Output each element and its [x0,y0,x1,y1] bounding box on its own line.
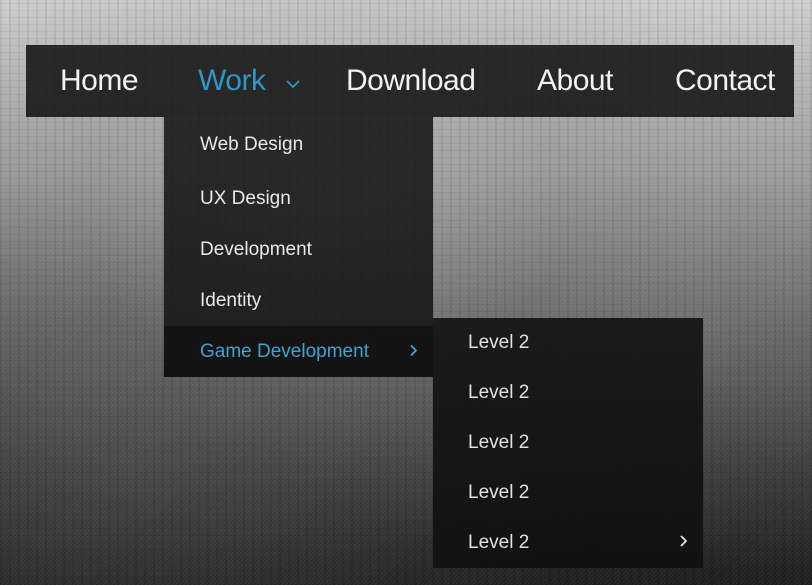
dropdown-item-label: UX Design [200,188,291,209]
dropdown-item-game-development[interactable]: Game Development [164,326,433,377]
nav-item-work[interactable]: Work [198,45,301,117]
submenu-item-level-2[interactable]: Level 2 [433,318,703,368]
nav-item-about[interactable]: About [537,45,613,117]
chevron-down-icon [285,44,301,116]
game-development-submenu: Level 2 Level 2 Level 2 Level 2 Level 2 [433,318,703,568]
nav-item-home[interactable]: Home [60,45,139,117]
work-dropdown-menu: Web Design UX Design Development Identit… [164,117,433,377]
submenu-item-label: Level 2 [468,532,530,553]
dropdown-item-label: Identity [200,290,262,311]
submenu-item-label: Level 2 [468,382,530,403]
dropdown-item-label: Development [200,239,312,260]
submenu-item-level-2-expandable[interactable]: Level 2 [433,518,703,568]
nav-item-label: Work [198,64,266,97]
nav-item-label: Download [346,64,476,97]
main-navbar: Home Work Download About Contact [26,45,794,117]
submenu-item-level-2[interactable]: Level 2 [433,418,703,468]
submenu-item-label: Level 2 [468,482,530,503]
dropdown-item-ux-design[interactable]: UX Design [164,173,433,224]
submenu-item-label: Level 2 [468,332,530,353]
nav-item-label: About [537,64,613,97]
submenu-item-level-2[interactable]: Level 2 [433,368,703,418]
nav-item-download[interactable]: Download [346,45,476,117]
nav-item-label: Home [60,64,139,97]
dropdown-item-web-design[interactable]: Web Design [164,117,433,173]
dropdown-item-label: Web Design [200,134,304,155]
dropdown-item-identity[interactable]: Identity [164,275,433,326]
nav-item-contact[interactable]: Contact [675,45,775,117]
submenu-item-level-2[interactable]: Level 2 [433,468,703,518]
chevron-right-icon [679,518,689,568]
chevron-right-icon [409,326,419,377]
submenu-item-label: Level 2 [468,432,530,453]
dropdown-item-label: Game Development [200,341,369,362]
nav-item-label: Contact [675,64,775,97]
dropdown-item-development[interactable]: Development [164,224,433,275]
